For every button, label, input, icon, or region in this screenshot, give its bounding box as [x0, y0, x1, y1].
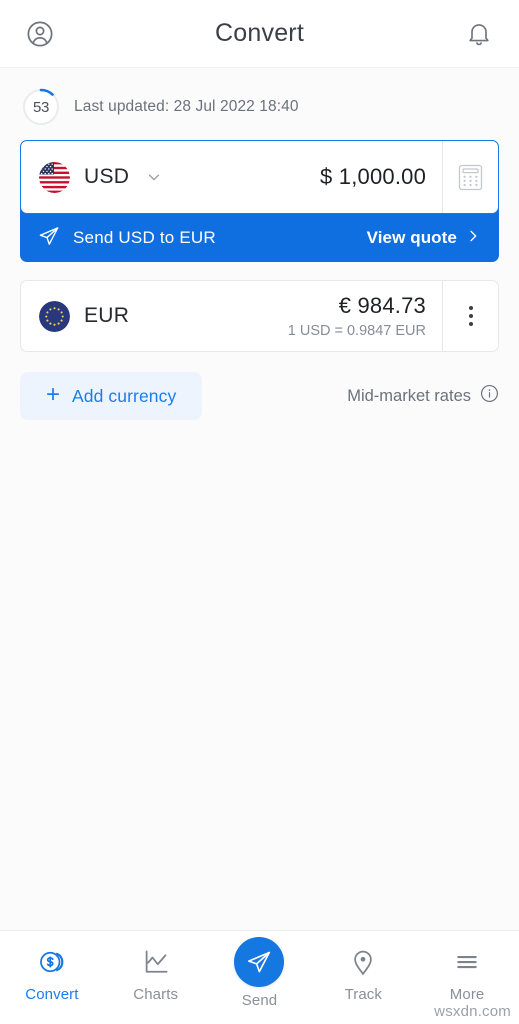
- nav-item-convert[interactable]: Convert: [0, 945, 104, 1003]
- app-screen: Convert 53 Last updated: 28 Jul 2022 18:…: [0, 0, 519, 1024]
- notifications-button[interactable]: [459, 14, 499, 54]
- calculator-icon: [458, 164, 483, 190]
- app-header: Convert: [0, 0, 519, 68]
- target-currency-code: EUR: [84, 304, 130, 327]
- refresh-countdown[interactable]: 53: [22, 88, 60, 126]
- chevron-down-icon: [145, 168, 163, 186]
- info-circle-icon: [480, 384, 499, 408]
- nav-label-more: More: [449, 986, 485, 1003]
- source-currency-group: USD $ 1,000.00 Send USD to EUR View quot…: [20, 140, 499, 262]
- plus-icon: +: [46, 381, 61, 408]
- mid-market-rates-info[interactable]: Mid-market rates: [347, 384, 499, 408]
- nav-item-send[interactable]: Send: [208, 937, 312, 1009]
- line-chart-icon: [141, 945, 171, 979]
- account-circle-icon: [27, 20, 53, 47]
- nav-label-track: Track: [344, 986, 383, 1003]
- nav-label-send: Send: [241, 992, 278, 1009]
- more-vertical-icon: [468, 306, 473, 326]
- source-amount-value: $ 1,000.00: [320, 164, 426, 189]
- exchange-rate-text: 1 USD = 0.9847 EUR: [287, 323, 426, 339]
- nav-label-convert: Convert: [25, 986, 79, 1003]
- chevron-right-icon: [465, 228, 481, 249]
- countdown-value: 53: [32, 98, 50, 116]
- nav-item-track[interactable]: Track: [311, 945, 415, 1003]
- send-plane-icon: [38, 225, 60, 252]
- view-quote-button[interactable]: View quote: [367, 228, 481, 249]
- send-banner-left: Send USD to EUR: [38, 225, 216, 252]
- target-currency-card[interactable]: EUR € 984.73 1 USD = 0.9847 EUR: [20, 280, 499, 352]
- target-currency-selector[interactable]: EUR: [21, 281, 129, 351]
- target-amount-field[interactable]: € 984.73 1 USD = 0.9847 EUR: [129, 281, 442, 351]
- eu-flag-icon: [39, 300, 70, 332]
- add-currency-button[interactable]: + Add currency: [20, 372, 203, 420]
- watermark: wsxdn.com: [434, 1003, 511, 1020]
- mid-market-label: Mid-market rates: [347, 386, 471, 405]
- send-banner-label: Send USD to EUR: [73, 228, 216, 247]
- page-title: Convert: [215, 19, 304, 47]
- send-plane-icon: [234, 937, 285, 987]
- coins-dollar-icon: [37, 945, 67, 979]
- map-pin-icon: [348, 945, 378, 979]
- send-banner[interactable]: Send USD to EUR View quote: [20, 207, 499, 262]
- add-currency-label: Add currency: [72, 385, 177, 406]
- nav-item-charts[interactable]: Charts: [104, 945, 208, 1003]
- last-updated-row: 53 Last updated: 28 Jul 2022 18:40: [0, 68, 519, 140]
- target-amount-value: € 984.73: [338, 293, 426, 318]
- actions-row: + Add currency Mid-market rates: [0, 352, 519, 420]
- last-updated-text: Last updated: 28 Jul 2022 18:40: [74, 98, 299, 115]
- bell-icon: [469, 23, 489, 45]
- us-flag-icon: [39, 161, 70, 193]
- currency-cards: USD $ 1,000.00 Send USD to EUR View quot…: [0, 140, 519, 352]
- target-options-button[interactable]: [442, 281, 498, 351]
- source-currency-selector[interactable]: USD: [21, 141, 163, 213]
- source-currency-card[interactable]: USD $ 1,000.00: [20, 140, 499, 214]
- profile-button[interactable]: [20, 14, 60, 54]
- source-amount-field[interactable]: $ 1,000.00: [163, 141, 442, 213]
- nav-label-charts: Charts: [133, 986, 179, 1003]
- calculator-button[interactable]: [442, 141, 498, 213]
- nav-item-more[interactable]: More: [415, 945, 519, 1003]
- view-quote-label: View quote: [366, 228, 457, 247]
- source-currency-code: USD: [84, 165, 130, 188]
- bottom-navigation: Convert Charts Send Track More wsxdn.com: [0, 930, 519, 1024]
- hamburger-menu-icon: [452, 945, 482, 979]
